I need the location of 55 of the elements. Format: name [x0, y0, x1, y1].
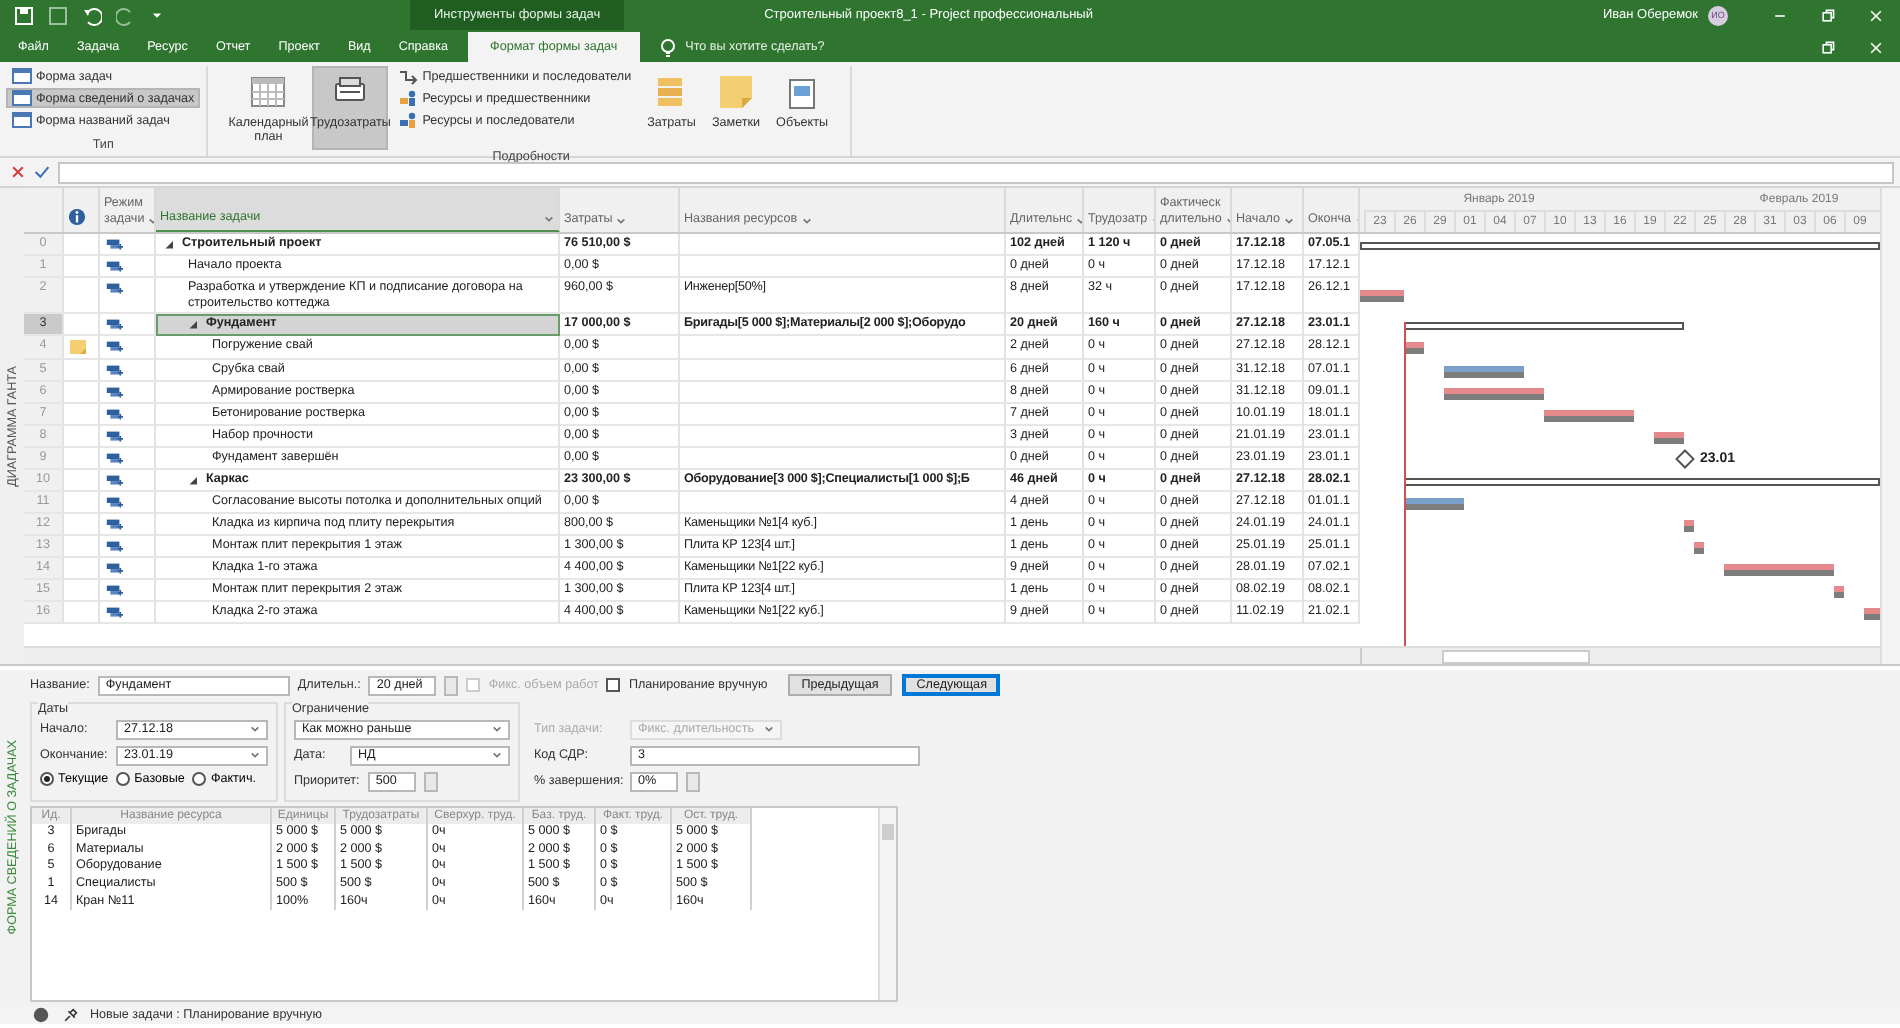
scrollbar-thumb[interactable] — [1442, 650, 1590, 664]
task-mode-icon — [104, 494, 124, 513]
task-mode-icon — [104, 280, 124, 298]
dropdown-caret-icon — [801, 216, 812, 226]
dropdown-caret-icon — [492, 724, 502, 735]
pin-icon — [62, 1007, 78, 1023]
task-mode-icon — [104, 338, 124, 357]
task-mode-icon — [104, 604, 124, 623]
scrollbar[interactable] — [878, 807, 896, 1000]
resource-icon — [398, 110, 419, 130]
checkbox[interactable] — [606, 678, 621, 693]
dropdown-caret-icon — [492, 750, 502, 761]
lightbulb-icon — [657, 37, 678, 57]
task-mode-icon — [104, 450, 124, 469]
calendar-icon — [248, 72, 289, 112]
dropdown-caret-icon — [1283, 216, 1294, 226]
task-mode-icon — [104, 384, 124, 403]
confirm-icon — [34, 164, 50, 180]
resource-icon — [398, 88, 419, 108]
task-mode-icon — [104, 236, 124, 254]
milestone-marker — [1675, 449, 1695, 470]
undo-icon — [82, 5, 102, 25]
entry-field[interactable] — [58, 161, 1894, 183]
dropdown-caret-icon — [764, 724, 774, 735]
task-mode-icon — [104, 472, 124, 491]
form-icon — [12, 88, 32, 108]
task-mode-icon — [104, 258, 124, 276]
dropdown-caret-icon — [616, 216, 627, 226]
dropdown-caret-icon — [250, 724, 260, 735]
task-mode-icon — [104, 538, 124, 557]
customize-icon — [150, 8, 164, 22]
close-icon — [1868, 39, 1884, 55]
spin-button[interactable] — [423, 771, 438, 792]
task-mode-icon — [104, 406, 124, 425]
task-mode-icon — [104, 582, 124, 601]
restore-icon — [1820, 7, 1836, 23]
restore-icon — [1820, 39, 1836, 55]
spin-button[interactable] — [444, 675, 459, 696]
dropdown-caret-icon — [250, 750, 260, 761]
close-icon — [1868, 7, 1884, 23]
info-icon — [68, 208, 86, 226]
link-icon — [398, 66, 419, 86]
form-icon — [12, 110, 32, 130]
scrollbar[interactable] — [1880, 188, 1900, 664]
task-mode-icon — [104, 560, 124, 579]
spin-button[interactable] — [686, 771, 700, 792]
task-mode-icon — [104, 316, 124, 335]
cancel-icon — [10, 164, 26, 180]
task-mode-icon — [104, 516, 124, 535]
dropdown-caret-icon — [544, 214, 554, 224]
redo-icon — [116, 5, 136, 25]
task-mode-icon — [104, 428, 124, 447]
task-mode-icon — [104, 362, 124, 381]
note-icon — [716, 72, 756, 112]
save-icon — [14, 5, 34, 25]
